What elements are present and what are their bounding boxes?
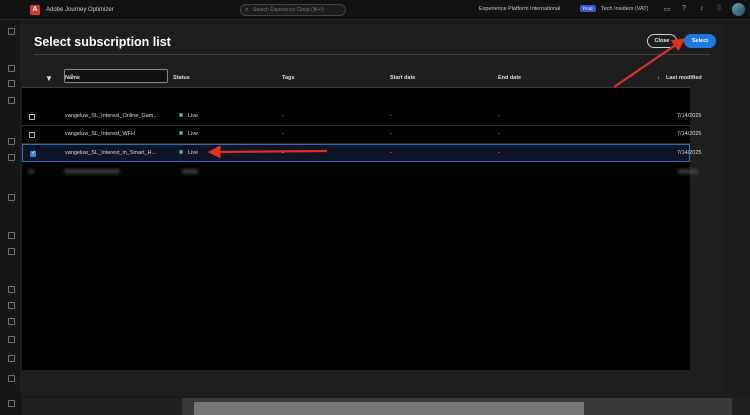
row-tags: - <box>282 113 284 119</box>
redacted-row <box>22 164 698 179</box>
row-checkbox[interactable] <box>29 114 35 120</box>
customers-icon[interactable] <box>8 154 15 161</box>
redacted-date <box>678 169 698 174</box>
row-name: vangeluw_SL_Interest_in_Smart_H... <box>65 150 157 156</box>
background-card <box>194 402 584 415</box>
row-end-date: - <box>498 131 500 137</box>
avatar[interactable] <box>732 3 745 16</box>
column-header-start-date[interactable]: Start date <box>390 75 415 81</box>
redacted-name <box>64 169 120 174</box>
apps-grid-icon[interactable]: ⁞⁞ <box>717 5 721 12</box>
left-nav-sidebar <box>0 20 22 415</box>
status-live-dot <box>179 130 183 135</box>
row-tags: - <box>282 150 284 156</box>
app-title[interactable]: Adobe Journey Optimizer <box>46 7 114 13</box>
row-status: Live <box>179 112 198 119</box>
settings-icon[interactable] <box>8 400 15 407</box>
redacted-status <box>182 169 198 174</box>
search-placeholder: Search Experience Cloud (⌘+/) <box>253 7 324 13</box>
reports-icon[interactable] <box>8 138 15 145</box>
adobe-logo-icon[interactable]: A <box>30 4 40 15</box>
status-live-dot <box>179 149 183 154</box>
row-end-date: - <box>498 150 500 156</box>
row-last-modified: 7/14/2025 <box>677 150 702 156</box>
channels-icon[interactable] <box>8 302 15 309</box>
row-name: vangeluw_SL_Interest_Online_Gam... <box>65 113 158 119</box>
journeys-icon[interactable] <box>8 65 15 72</box>
home-icon[interactable] <box>8 28 15 35</box>
row-status: Live <box>179 149 198 156</box>
dialog-title: Select subscription list <box>34 35 171 49</box>
column-header-status[interactable]: Status <box>173 75 190 81</box>
global-search-input[interactable]: ⌕ Search Experience Cloud (⌘+/) <box>240 4 346 16</box>
chat-icon[interactable]: ▭ <box>664 5 671 13</box>
column-header-last-modified[interactable]: Last modified <box>666 75 702 81</box>
notifications-icon[interactable]: ♪ <box>700 5 704 12</box>
row-tags: - <box>282 131 284 137</box>
row-name: vangeluw_SL_Interest_WFH <box>65 131 136 137</box>
help-icon[interactable]: ? <box>682 5 686 12</box>
status-live-dot <box>179 112 183 117</box>
row-checkbox[interactable] <box>29 132 35 138</box>
row-start-date: - <box>390 113 392 119</box>
table-row-selected[interactable]: vangeluw_SL_Interest_in_Smart_H... Live … <box>22 144 701 162</box>
privacy-icon[interactable] <box>8 318 15 325</box>
campaigns-icon[interactable] <box>8 80 15 87</box>
column-header-end-date[interactable]: End date <box>498 75 521 81</box>
row-checkbox-checked[interactable] <box>30 150 36 157</box>
row-start-date: - <box>390 131 392 137</box>
search-icon: ⌕ <box>245 7 249 13</box>
table-row[interactable]: vangeluw_SL_Interest_WFH Live - - - 7/14… <box>22 126 701 144</box>
folders-icon[interactable] <box>8 355 15 362</box>
row-last-modified: 7/14/2025 <box>677 131 702 137</box>
background-content <box>22 398 750 415</box>
row-end-date: - <box>498 113 500 119</box>
sandbox-badge: Prod <box>580 5 596 12</box>
row-status: Live <box>179 130 198 137</box>
analytics-icon[interactable] <box>8 336 15 343</box>
header-divider <box>34 54 710 55</box>
org-switcher[interactable]: Experience Platform International <box>479 6 560 12</box>
profiles-icon[interactable] <box>8 194 15 201</box>
row-last-modified: 7/14/2025 <box>677 113 702 119</box>
sort-descending-icon[interactable]: ↓ <box>657 75 660 81</box>
datasets-icon[interactable] <box>8 248 15 255</box>
redacted-checkbox <box>28 169 34 174</box>
row-start-date: - <box>390 150 392 156</box>
content-icon[interactable] <box>8 97 15 104</box>
column-header-name[interactable]: Name <box>65 75 80 81</box>
filter-icon[interactable]: ▼ <box>45 74 53 83</box>
top-bar: A Adobe Journey Optimizer ⌕ Search Exper… <box>0 0 750 20</box>
globe-icon[interactable] <box>8 375 15 382</box>
column-header-tags[interactable]: Tags <box>282 75 294 81</box>
select-button[interactable]: Select <box>684 34 716 48</box>
sources-icon[interactable] <box>8 286 15 293</box>
sandbox-switcher[interactable]: Tech Insiders (VAT) <box>601 6 648 12</box>
schemas-icon[interactable] <box>8 232 15 239</box>
table-row[interactable]: vangeluw_SL_Interest_Online_Gam... Live … <box>22 108 701 126</box>
close-button[interactable]: Close <box>647 34 677 48</box>
